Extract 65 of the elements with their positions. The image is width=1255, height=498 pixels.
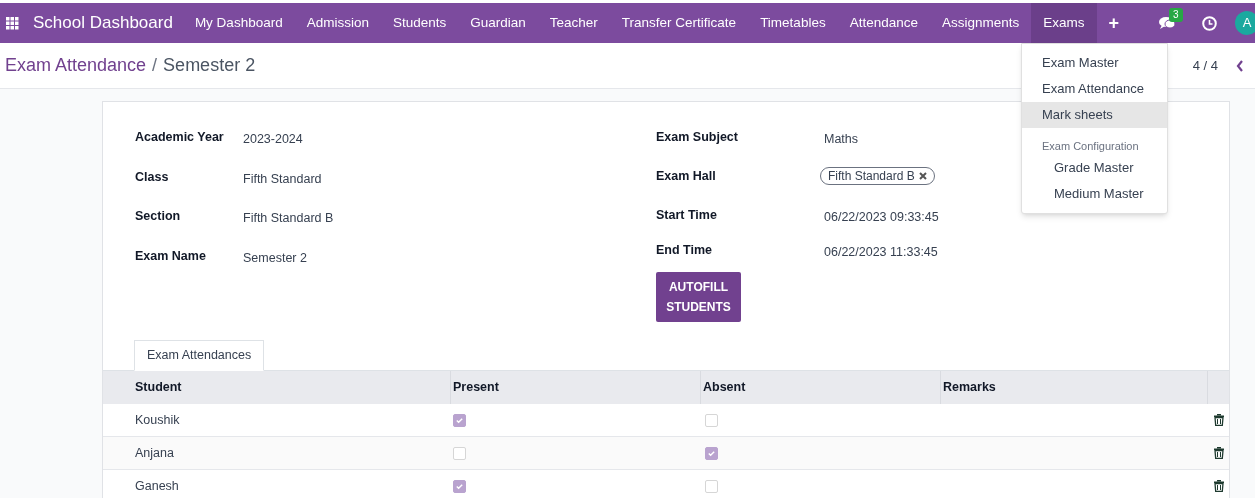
checkbox[interactable] — [705, 479, 718, 493]
column-header[interactable]: Present — [453, 378, 499, 397]
clock-icon[interactable] — [1202, 15, 1217, 31]
column-header[interactable]: Remarks — [943, 378, 996, 397]
trash-icon[interactable] — [1213, 447, 1224, 459]
field-value: 06/22/2023 09:33:45 — [824, 209, 939, 226]
menu-item[interactable]: Students — [380, 3, 459, 43]
field-value: Fifth Standard B — [243, 210, 334, 227]
pager-counter: 4 / 4 — [1192, 56, 1218, 75]
menu-item[interactable]: Guardian — [458, 3, 538, 43]
column-header[interactable]: Absent — [703, 378, 746, 397]
checkmark-icon — [455, 415, 464, 425]
menu-section-header: Exam Configuration — [1041, 139, 1140, 154]
dropdown-item[interactable]: Exam Attendance — [1022, 76, 1167, 102]
field-label: Exam Name — [135, 247, 207, 265]
add-button[interactable]: + — [1096, 3, 1132, 43]
previous-icon[interactable] — [1236, 59, 1244, 72]
menu-item[interactable]: Exams — [1031, 3, 1097, 43]
breadcrumb-link[interactable]: Exam Attendance — [5, 52, 147, 79]
checkbox[interactable] — [705, 446, 718, 460]
menu-item[interactable]: Attendance — [837, 3, 930, 43]
menu-item[interactable]: Assignments — [929, 3, 1032, 43]
student-name: Ganesh — [134, 477, 180, 495]
field-value: 2023-2024 — [243, 131, 303, 148]
field-label: Start Time — [656, 207, 718, 224]
checkbox[interactable] — [705, 413, 718, 427]
column-header[interactable]: Student — [135, 378, 182, 397]
app-title[interactable]: School Dashboard — [33, 10, 173, 36]
checkbox[interactable] — [453, 413, 466, 427]
menu-item[interactable]: Teacher — [537, 3, 610, 43]
trash-icon[interactable] — [1213, 414, 1224, 426]
field-label: Class — [135, 168, 170, 186]
menu-item[interactable]: Admission — [294, 3, 381, 43]
student-name: Koushik — [134, 411, 181, 429]
student-name: Anjana — [134, 444, 175, 462]
field-value: 06/22/2023 11:33:45 — [824, 244, 938, 261]
field-label: Exam Subject — [656, 129, 739, 146]
apps-grid-icon[interactable] — [6, 16, 19, 30]
field-value: Semester 2 — [243, 249, 307, 267]
tag-label: Fifth Standard B — [828, 168, 915, 184]
checkbox[interactable] — [453, 446, 466, 460]
menu-item[interactable]: Transfer Certificate — [609, 3, 749, 43]
checkmark-icon — [455, 481, 464, 491]
menu-item[interactable]: My Dashboard — [182, 3, 295, 43]
remove-icon[interactable] — [918, 172, 927, 180]
breadcrumb-current: Semester 2 — [163, 54, 256, 77]
dropdown-item[interactable]: Medium Master — [1022, 180, 1167, 207]
checkmark-icon — [707, 448, 716, 458]
breadcrumb-separator: / — [152, 54, 158, 77]
field-label: Exam Hall — [656, 168, 717, 185]
message-count-badge: 3 — [1169, 8, 1183, 22]
trash-icon[interactable] — [1213, 480, 1224, 492]
field-value: Maths — [824, 131, 859, 148]
tab[interactable]: Exam Attendances — [134, 340, 265, 371]
field-label: Academic Year — [135, 129, 225, 146]
field-value: Fifth Standard — [243, 170, 322, 188]
autofill-button[interactable]: AUTOFILL STUDENTS — [656, 272, 741, 322]
dropdown-item[interactable]: Mark sheets — [1022, 102, 1167, 128]
menu-item[interactable]: Timetables — [748, 3, 838, 43]
dropdown-item[interactable]: Grade Master — [1022, 154, 1167, 181]
field-label: End Time — [656, 242, 714, 259]
dropdown-item[interactable]: Exam Master — [1022, 50, 1167, 76]
field-label: Section — [135, 208, 182, 225]
checkbox[interactable] — [453, 479, 466, 493]
table-row[interactable]: Anjana — [103, 437, 1229, 470]
